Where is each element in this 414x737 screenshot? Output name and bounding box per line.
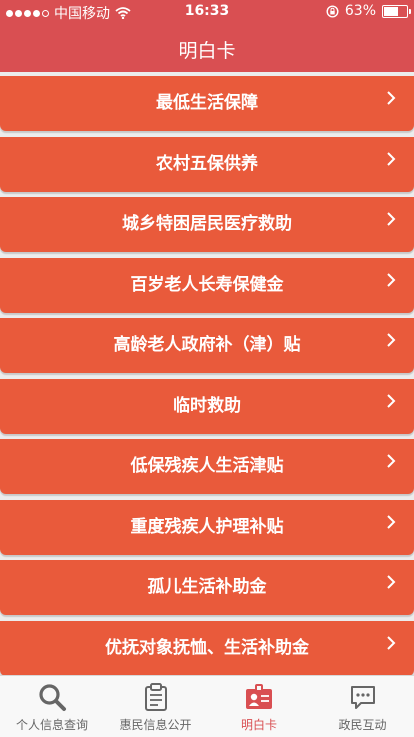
id-card-icon [244, 682, 274, 712]
menu-item[interactable]: 高龄老人政府补（津）贴 [0, 318, 414, 373]
chevron-right-icon [386, 514, 396, 530]
menu-item-label: 临时救助 [0, 379, 414, 434]
menu-item[interactable]: 重度残疾人护理补贴 [0, 500, 414, 555]
battery-percent: 63% [345, 3, 376, 19]
tab-chat[interactable]: 政民互动 [311, 676, 414, 737]
tab-label: 政民互动 [311, 716, 414, 733]
menu-item[interactable]: 临时救助 [0, 379, 414, 434]
menu-item-label: 低保残疾人生活津贴 [0, 439, 414, 494]
menu-item[interactable]: 优抚对象抚恤、生活补助金 [0, 621, 414, 676]
chevron-right-icon [386, 332, 396, 348]
menu-item[interactable]: 农村五保供养 [0, 137, 414, 192]
menu-item-label: 优抚对象抚恤、生活补助金 [0, 621, 414, 676]
tab-search[interactable]: 个人信息查询 [0, 676, 104, 737]
page-title: 明白卡 [0, 36, 414, 63]
status-bar: 中国移动 16:33 63% [0, 0, 414, 22]
tab-label: 明白卡 [207, 716, 311, 733]
menu-item[interactable]: 百岁老人长寿保健金 [0, 258, 414, 313]
battery-icon [382, 5, 408, 18]
chevron-right-icon [386, 151, 396, 167]
app-header: 中国移动 16:33 63% 明白卡 [0, 0, 414, 72]
chevron-right-icon [386, 453, 396, 469]
tab-bar: 个人信息查询惠民信息公开明白卡政民互动 [0, 675, 414, 737]
tab-clipboard[interactable]: 惠民信息公开 [104, 676, 208, 737]
menu-item-label: 孤儿生活补助金 [0, 560, 414, 615]
menu-item[interactable]: 最低生活保障 [0, 76, 414, 131]
chevron-right-icon [386, 393, 396, 409]
search-icon [37, 682, 67, 712]
chevron-right-icon [386, 635, 396, 651]
tab-label: 个人信息查询 [0, 716, 104, 733]
chevron-right-icon [386, 574, 396, 590]
menu-item-label: 最低生活保障 [0, 76, 414, 131]
rotation-lock-icon [326, 5, 339, 18]
tab-id-card[interactable]: 明白卡 [207, 676, 311, 737]
menu-item[interactable]: 城乡特困居民医疗救助 [0, 197, 414, 252]
menu-item-label: 城乡特困居民医疗救助 [0, 197, 414, 252]
menu-item-label: 农村五保供养 [0, 137, 414, 192]
menu-item-label: 百岁老人长寿保健金 [0, 258, 414, 313]
menu-item[interactable]: 孤儿生活补助金 [0, 560, 414, 615]
status-right: 63% [326, 3, 408, 19]
clipboard-icon [141, 682, 171, 712]
menu-item-label: 重度残疾人护理补贴 [0, 500, 414, 555]
menu-item[interactable]: 低保残疾人生活津贴 [0, 439, 414, 494]
tab-label: 惠民信息公开 [104, 716, 208, 733]
chevron-right-icon [386, 211, 396, 227]
chat-icon [348, 682, 378, 712]
menu-item-label: 高龄老人政府补（津）贴 [0, 318, 414, 373]
menu-list[interactable]: 最低生活保障农村五保供养城乡特困居民医疗救助百岁老人长寿保健金高龄老人政府补（津… [0, 72, 414, 675]
chevron-right-icon [386, 272, 396, 288]
chevron-right-icon [386, 90, 396, 106]
